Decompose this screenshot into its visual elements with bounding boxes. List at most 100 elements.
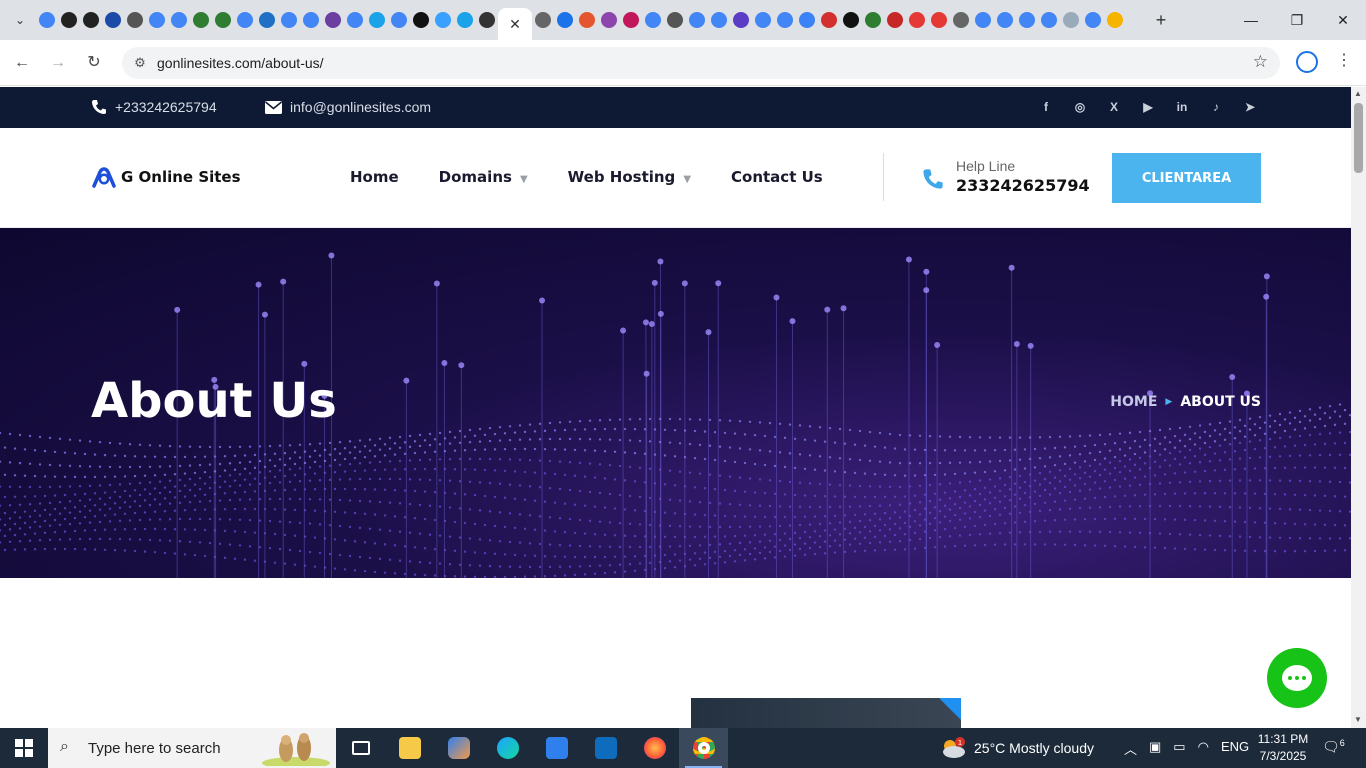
page-scrollbar[interactable]: ▲ ▼ — [1351, 87, 1366, 728]
tab-favicon-icon[interactable] — [1038, 8, 1060, 32]
tab-favicon-icon[interactable] — [1016, 8, 1038, 32]
tab-favicon-icon[interactable] — [476, 8, 498, 32]
nav-home[interactable]: Home — [350, 168, 399, 186]
topbar-email[interactable]: info@gonlinesites.com — [265, 99, 431, 115]
telegram-icon[interactable]: ➤ — [1241, 98, 1259, 116]
back-arrow-icon[interactable]: ← — [10, 51, 34, 75]
tab-favicon-icon[interactable] — [928, 8, 950, 32]
edge-icon[interactable] — [483, 728, 532, 768]
nav-web-hosting[interactable]: Web Hosting ▼ — [568, 168, 691, 186]
notification-center-icon[interactable]: 🗨6 — [1322, 738, 1345, 756]
language-indicator[interactable]: ENG — [1221, 739, 1249, 758]
tab-favicon-icon[interactable] — [80, 8, 102, 32]
address-bar[interactable]: ⚙ gonlinesites.com/about-us/ ☆ — [122, 47, 1280, 79]
x-twitter-icon[interactable]: X — [1105, 98, 1123, 116]
tab-favicon-icon[interactable] — [818, 8, 840, 32]
meet-now-icon[interactable]: ▣ — [1149, 739, 1161, 758]
tab-favicon-icon[interactable] — [950, 8, 972, 32]
site-info-icon[interactable]: ⚙ — [130, 53, 150, 73]
clientarea-button[interactable]: CLIENTAREA — [1112, 153, 1261, 203]
tab-favicon-icon[interactable] — [730, 8, 752, 32]
tab-favicon-icon[interactable] — [234, 8, 256, 32]
tab-favicon-icon[interactable] — [388, 8, 410, 32]
youtube-icon[interactable]: ▶ — [1139, 98, 1157, 116]
file-explorer-icon[interactable] — [385, 728, 434, 768]
tab-favicon-icon[interactable] — [1082, 8, 1104, 32]
linkedin-icon[interactable]: in — [1173, 98, 1191, 116]
tiktok-icon[interactable]: ♪ — [1207, 98, 1225, 116]
system-clock[interactable]: 11:31 PM 7/3/2025 — [1250, 731, 1316, 765]
tab-favicon-icon[interactable] — [344, 8, 366, 32]
tab-favicon-icon[interactable] — [256, 8, 278, 32]
nav-domains[interactable]: Domains ▼ — [439, 168, 528, 186]
tab-favicon-icon[interactable] — [432, 8, 454, 32]
url-text[interactable]: gonlinesites.com/about-us/ — [157, 55, 324, 71]
tab-favicon-icon[interactable] — [906, 8, 928, 32]
close-window-icon[interactable]: ✕ — [1320, 0, 1366, 40]
tab-search-chevron-icon[interactable]: ⌄ — [8, 8, 32, 32]
tab-favicon-icon[interactable] — [366, 8, 388, 32]
outlook-icon[interactable] — [581, 728, 630, 768]
facebook-icon[interactable]: f — [1037, 98, 1055, 116]
chevron-up-icon[interactable]: ︿ — [1124, 739, 1137, 758]
tab-favicon-icon[interactable] — [454, 8, 476, 32]
instagram-icon[interactable]: ◎ — [1071, 98, 1089, 116]
weather-cloudy-icon[interactable]: 1 — [940, 737, 966, 759]
breadcrumb-home[interactable]: HOME — [1110, 394, 1157, 410]
tab-favicon-icon[interactable] — [598, 8, 620, 32]
tab-favicon-icon[interactable] — [190, 8, 212, 32]
tab-favicon-icon[interactable] — [774, 8, 796, 32]
tab-favicon-icon[interactable] — [124, 8, 146, 32]
copilot-icon[interactable] — [434, 728, 483, 768]
site-logo[interactable]: G Online Sites — [91, 166, 241, 188]
tab-favicon-icon[interactable] — [410, 8, 432, 32]
microsoft-store-icon[interactable] — [532, 728, 581, 768]
tab-favicon-icon[interactable] — [322, 8, 344, 32]
scroll-thumb[interactable] — [1354, 103, 1363, 173]
chrome-icon[interactable] — [679, 728, 728, 768]
tab-favicon-icon[interactable] — [708, 8, 730, 32]
profile-avatar-icon[interactable] — [1296, 51, 1318, 73]
tab-favicon-icon[interactable] — [36, 8, 58, 32]
wifi-icon[interactable]: ◠ — [1198, 739, 1209, 758]
forward-arrow-icon[interactable]: → — [46, 51, 70, 75]
tab-favicon-icon[interactable] — [862, 8, 884, 32]
taskbar-search[interactable]: ⌕ Type here to search — [48, 728, 336, 768]
active-tab-close-icon[interactable]: ✕ — [498, 8, 532, 40]
live-chat-button[interactable] — [1267, 648, 1327, 708]
tab-favicon-icon[interactable] — [686, 8, 708, 32]
reload-icon[interactable]: ↻ — [82, 51, 106, 75]
chrome-menu-icon[interactable]: ⋮ — [1336, 50, 1352, 70]
nav-contact-us[interactable]: Contact Us — [731, 168, 823, 186]
tab-favicon-icon[interactable] — [300, 8, 322, 32]
tab-favicon-icon[interactable] — [554, 8, 576, 32]
tab-favicon-icon[interactable] — [278, 8, 300, 32]
tab-favicon-icon[interactable] — [212, 8, 234, 32]
scroll-down-icon[interactable]: ▼ — [1354, 715, 1362, 724]
topbar-phone[interactable]: +233242625794 — [91, 99, 217, 115]
battery-icon[interactable]: ▭ — [1173, 739, 1185, 758]
tab-favicon-icon[interactable] — [576, 8, 598, 32]
windows-start-button[interactable] — [0, 728, 48, 768]
minimize-icon[interactable]: — — [1228, 0, 1274, 40]
restore-icon[interactable]: ❐ — [1274, 0, 1320, 40]
tab-favicon-icon[interactable] — [532, 8, 554, 32]
tab-favicon-icon[interactable] — [620, 8, 642, 32]
scroll-up-icon[interactable]: ▲ — [1354, 89, 1362, 98]
tab-favicon-icon[interactable] — [168, 8, 190, 32]
tab-favicon-icon[interactable] — [102, 8, 124, 32]
bookmark-star-icon[interactable]: ☆ — [1253, 52, 1268, 72]
tab-favicon-icon[interactable] — [840, 8, 862, 32]
tab-favicon-icon[interactable] — [146, 8, 168, 32]
weather-text[interactable]: 25°C Mostly cloudy — [974, 740, 1094, 756]
tab-favicon-icon[interactable] — [796, 8, 818, 32]
helpline-number[interactable]: 233242625794 — [956, 176, 1090, 195]
tab-favicon-icon[interactable] — [972, 8, 994, 32]
tab-favicon-icon[interactable] — [994, 8, 1016, 32]
firefox-icon[interactable] — [630, 728, 679, 768]
tab-favicon-icon[interactable] — [642, 8, 664, 32]
tab-favicon-icon[interactable] — [664, 8, 686, 32]
new-tab-button[interactable]: + — [1150, 8, 1172, 32]
tab-favicon-icon[interactable] — [58, 8, 80, 32]
tab-favicon-icon[interactable] — [1104, 8, 1126, 32]
